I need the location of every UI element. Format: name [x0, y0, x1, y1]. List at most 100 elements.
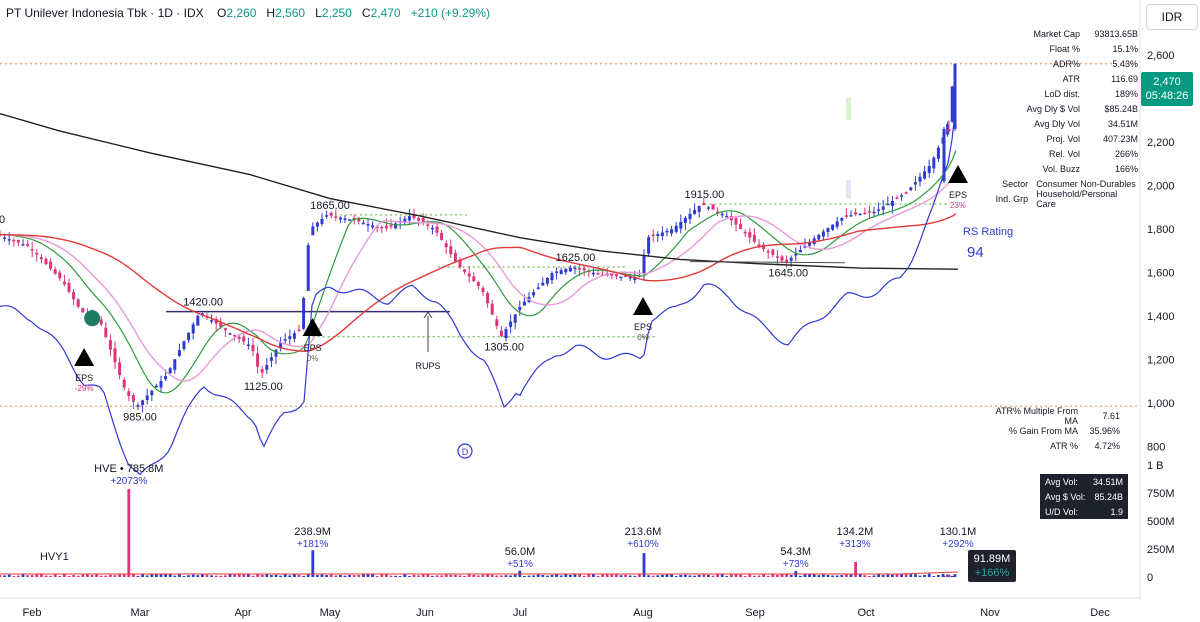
- volume-bar: [953, 574, 957, 577]
- volume-bar: [26, 575, 29, 577]
- candle-body: [246, 344, 250, 346]
- volume-bar: [500, 575, 503, 577]
- candle-body: [311, 226, 315, 236]
- volume-bar: [596, 575, 600, 577]
- volume-bar: [219, 575, 223, 577]
- candle-body: [168, 368, 172, 374]
- volume-bar: [868, 576, 871, 577]
- candle-body: [904, 192, 908, 194]
- currency-button[interactable]: IDR: [1146, 4, 1198, 30]
- volume-bar: [757, 575, 761, 577]
- candle-body: [476, 282, 480, 287]
- stat-row: Avg Dly $ Vol $85.24B: [970, 101, 1138, 116]
- y-tick-label: 1,200: [1147, 355, 1175, 367]
- open-value: 2,260: [226, 6, 257, 20]
- candle-body: [490, 303, 494, 315]
- volume-bar: [909, 574, 913, 577]
- stat-row: LoD dist. 189%: [970, 86, 1138, 101]
- volume-bar: [49, 575, 52, 577]
- candle-body: [154, 385, 158, 388]
- candle-body: [141, 400, 145, 405]
- volume-bar: [343, 575, 347, 577]
- volume-bar: [947, 574, 951, 577]
- candle-body: [444, 243, 448, 248]
- candle-body: [752, 234, 756, 242]
- volume-bar: [412, 574, 416, 577]
- candle-body: [113, 348, 117, 363]
- volume-bar: [458, 575, 462, 577]
- candle-body: [923, 171, 927, 179]
- candle-body: [821, 231, 825, 237]
- candle-body: [711, 204, 715, 210]
- volume-bar: [417, 575, 420, 577]
- volume-bar: [592, 574, 595, 577]
- price-label: 1915.00: [685, 189, 725, 201]
- volume-bar: [582, 575, 586, 577]
- candle-body: [3, 237, 7, 239]
- change-value: +210 (+9.29%): [410, 6, 491, 20]
- candle-body: [463, 269, 467, 272]
- candle-body: [196, 315, 200, 326]
- volume-bar: [178, 574, 181, 577]
- y-tick-label: 2,000: [1147, 181, 1175, 193]
- candle-body: [867, 211, 871, 213]
- volume-bar: [872, 575, 876, 577]
- volume-bar: [155, 574, 158, 577]
- candle-body: [440, 232, 444, 240]
- volume-bar: [339, 575, 342, 577]
- candle-body: [182, 341, 186, 350]
- candle-body: [947, 128, 951, 132]
- candle-body: [145, 395, 149, 401]
- candle-body: [950, 86, 954, 122]
- stat-row-label: ATR: [1062, 73, 1080, 84]
- close-value: 2,470: [370, 6, 401, 20]
- volume-bar: [771, 574, 775, 577]
- volume-bar: [651, 575, 655, 577]
- candle-body: [127, 391, 131, 396]
- volume-bar: [403, 574, 407, 577]
- volume-bar: [661, 574, 664, 577]
- low-label: L: [315, 6, 322, 20]
- candle-body: [890, 200, 894, 207]
- candle-body: [660, 232, 664, 237]
- candle-body: [191, 324, 195, 334]
- volume-bar: [118, 574, 121, 577]
- volume-bar: [58, 575, 62, 577]
- volume-stat-row-value: 1.9: [1110, 506, 1123, 517]
- candle-body: [118, 362, 122, 375]
- candle-body: [877, 209, 881, 211]
- volume-bar: [293, 574, 296, 577]
- ma-stat-row-value: 4.72%: [1094, 440, 1120, 451]
- candle-body: [210, 320, 214, 322]
- volume-bar: [523, 576, 526, 577]
- volume-bar: [210, 575, 213, 577]
- candle-body: [21, 244, 25, 246]
- volume-stat-row-value: 34.51M: [1092, 476, 1123, 487]
- price-label: 1865.00: [310, 200, 350, 212]
- eps-label: EPS: [634, 322, 652, 332]
- ma-stat-row: % Gain From MA 35.96%: [990, 423, 1120, 438]
- volume-bar: [196, 575, 200, 577]
- volume-bar: [44, 575, 48, 577]
- candle-body: [582, 268, 586, 271]
- candle-body: [233, 334, 237, 337]
- volume-bar: [849, 574, 853, 577]
- volume-bar: [490, 574, 494, 577]
- candle-body: [486, 292, 490, 304]
- stat-row-value: 5.43%: [1112, 58, 1138, 69]
- candle-body: [844, 215, 848, 217]
- volume-tick-label: 500M: [1147, 516, 1175, 528]
- volume-bar: [109, 574, 112, 577]
- volume-bar: [173, 575, 177, 577]
- volume-stat-row: U/D Vol: 1.9: [1040, 504, 1128, 519]
- candle-body: [849, 215, 853, 217]
- stats-table: Market Cap 93813.65B Float % 15.1% ADR% 5.43%…: [970, 26, 1138, 209]
- candle-body: [283, 339, 287, 341]
- volume-bar: [587, 574, 591, 577]
- y-tick-label: 2,200: [1147, 137, 1175, 149]
- candle-body: [863, 212, 867, 215]
- stat-row-label: Avg Dly $ Vol: [1026, 103, 1080, 114]
- volume-tick-label: 750M: [1147, 488, 1175, 500]
- volume-bar: [817, 575, 821, 577]
- candle-body: [739, 224, 743, 229]
